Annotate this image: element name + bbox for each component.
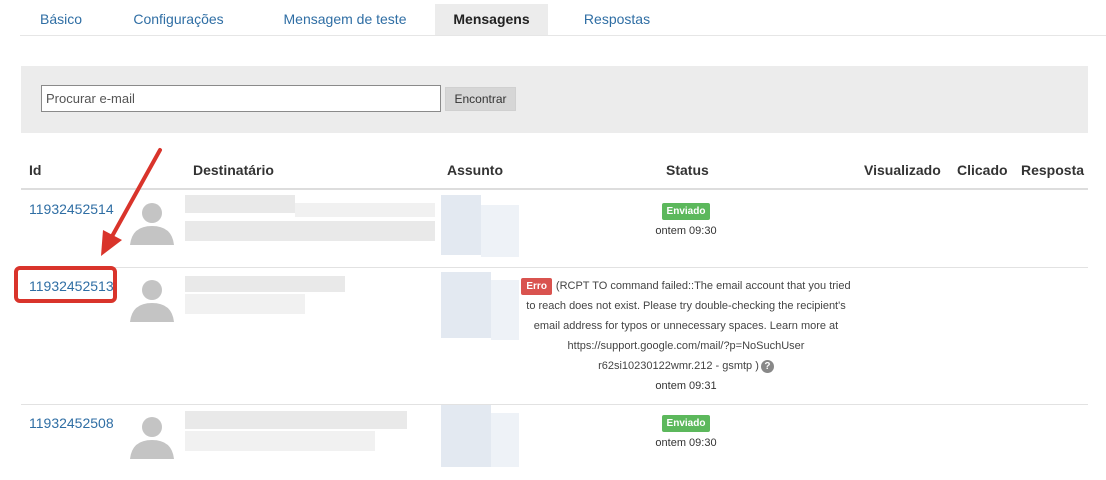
- table-row: 11932452508 Enviado ontem 09:30: [21, 405, 1088, 480]
- tab-basico[interactable]: Básico: [20, 4, 102, 35]
- status-badge: Enviado: [661, 202, 711, 220]
- question-circle-icon[interactable]: ?: [760, 359, 774, 373]
- user-silhouette-icon: [130, 280, 174, 322]
- header-recipient: Destinatário: [193, 162, 274, 178]
- tab-respostas[interactable]: Respostas: [552, 4, 682, 35]
- status-badge: Enviado: [661, 414, 711, 432]
- status-cell: Erro (RCPT TO command failed::The email a…: [521, 276, 851, 396]
- status-time: ontem 09:30: [655, 437, 717, 449]
- table-row: 11932452513 Erro (RCPT TO command failed:…: [21, 268, 1088, 405]
- header-response: Resposta: [1021, 162, 1085, 178]
- tab-configuracoes[interactable]: Configurações: [102, 4, 255, 35]
- header-viewed: Visualizado: [864, 162, 941, 178]
- status-cell: Enviado ontem 09:30: [521, 201, 851, 241]
- table-row: 11932452514 Enviado ontem 09:30: [21, 191, 1088, 268]
- annotation-highlight-box: [14, 266, 117, 303]
- tab-bar: Básico Configurações Mensagem de teste M…: [20, 4, 1106, 36]
- search-panel: Encontrar: [21, 66, 1088, 133]
- header-clicked: Clicado: [957, 162, 1008, 178]
- error-detail: Erro (RCPT TO command failed::The email a…: [521, 276, 851, 376]
- search-email-input[interactable]: [41, 85, 441, 112]
- header-status: Status: [666, 162, 709, 178]
- user-silhouette-icon: [130, 417, 174, 459]
- status-badge: Erro: [521, 277, 552, 295]
- header-subject: Assunto: [447, 162, 503, 178]
- table-header: Id Destinatário Assunto Status Visualiza…: [21, 150, 1088, 190]
- status-time: ontem 09:31: [655, 380, 717, 392]
- status-cell: Enviado ontem 09:30: [521, 413, 851, 453]
- find-button[interactable]: Encontrar: [445, 87, 516, 111]
- error-message: (RCPT TO command failed::The email accou…: [526, 280, 851, 372]
- tab-mensagem-de-teste[interactable]: Mensagem de teste: [259, 4, 431, 35]
- tab-mensagens[interactable]: Mensagens: [435, 4, 548, 35]
- user-silhouette-icon: [130, 203, 174, 245]
- header-id: Id: [29, 162, 42, 178]
- message-id-link[interactable]: 11932452508: [29, 415, 114, 431]
- status-time: ontem 09:30: [655, 225, 717, 237]
- message-id-link[interactable]: 11932452514: [29, 201, 114, 217]
